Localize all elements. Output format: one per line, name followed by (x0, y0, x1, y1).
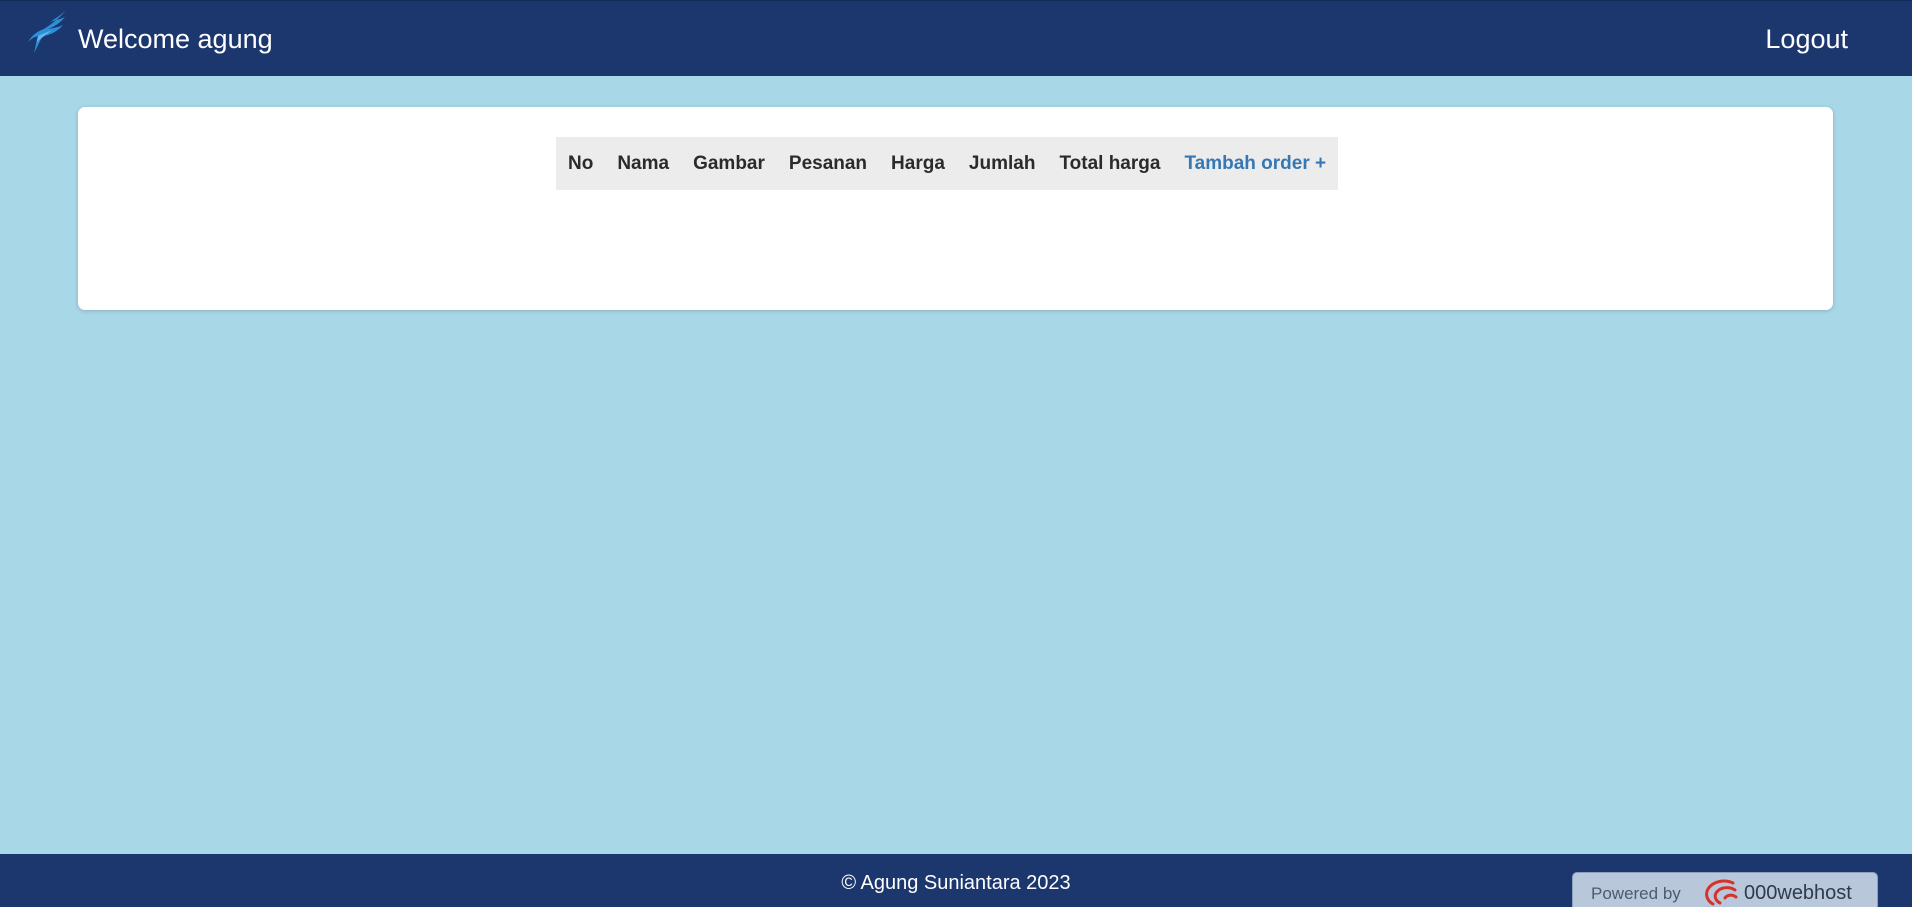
bird-logo-icon (28, 10, 66, 53)
welcome-message: Welcome agung (78, 24, 273, 54)
top-navbar: Welcome agung Logout (0, 0, 1912, 76)
add-order-link[interactable]: Tambah order + (1184, 153, 1326, 174)
powered-by-label: Powered by (1591, 884, 1681, 903)
powered-by-badge[interactable]: Powered by 000webhost (1572, 872, 1878, 907)
column-header-nama: Nama (617, 152, 670, 174)
logout-link[interactable]: Logout (1765, 23, 1848, 55)
table-header-row: No Nama Gambar Pesanan Harga Jumlah Tota… (556, 137, 1338, 190)
column-header-jumlah: Jumlah (968, 152, 1036, 174)
column-header-gambar: Gambar (693, 152, 765, 174)
powered-by-brand: 000webhost (1744, 882, 1852, 904)
orders-table: No Nama Gambar Pesanan Harga Jumlah Tota… (556, 137, 1339, 190)
add-order-cell: Tambah order + (1172, 137, 1338, 190)
orders-card: No Nama Gambar Pesanan Harga Jumlah Tota… (78, 107, 1833, 310)
000webhost-logo-icon (1705, 879, 1738, 906)
column-header-harga: Harga (891, 152, 945, 174)
column-header-total-harga: Total harga (1059, 152, 1161, 174)
column-header-pesanan: Pesanan (788, 152, 868, 174)
footer: © Agung Suniantara 2023 Powered by 000we… (0, 854, 1912, 907)
column-header-no: No (568, 152, 594, 174)
